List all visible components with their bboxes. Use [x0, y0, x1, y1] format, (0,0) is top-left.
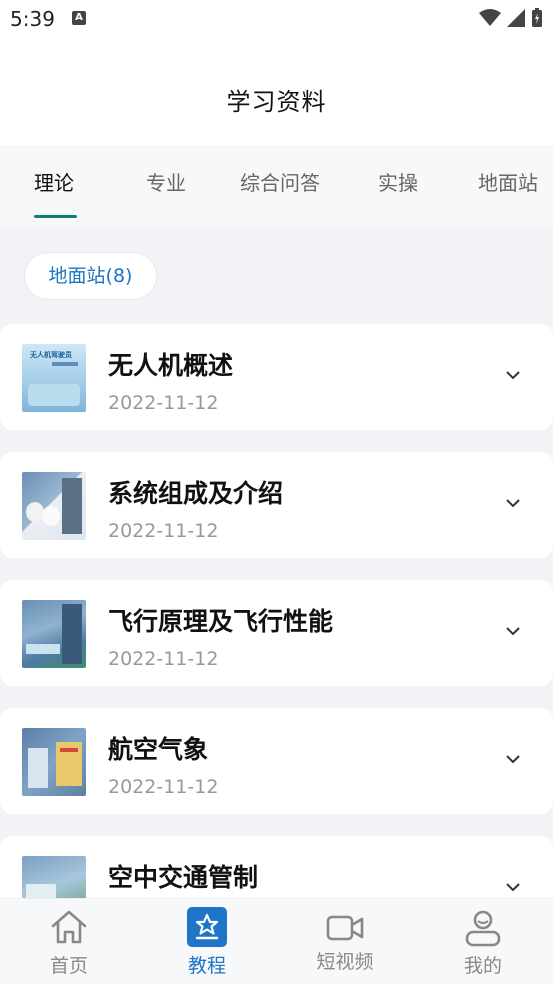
user-icon: [465, 910, 501, 947]
material-thumbnail: 无人机驾驶员: [22, 344, 86, 412]
tab-professional[interactable]: 专业: [146, 167, 186, 196]
signal-icon: [507, 9, 525, 27]
material-title: 无人机概述: [108, 351, 234, 380]
tab-theory[interactable]: 理论: [34, 167, 74, 196]
tab-comprehensive-qa[interactable]: 综合问答: [240, 167, 320, 196]
chevron-down-icon[interactable]: [503, 368, 523, 382]
tab-active-indicator: [34, 215, 77, 218]
material-title: 航空气象: [108, 735, 209, 764]
bottom-navigation: 首页 教程 短视频 我的: [0, 898, 553, 984]
material-card[interactable]: 飞行原理及飞行性能 2022-11-12: [0, 580, 553, 686]
nav-home[interactable]: 首页: [24, 899, 114, 984]
chevron-down-icon[interactable]: [503, 624, 523, 638]
filter-chip[interactable]: 地面站(8): [24, 252, 157, 300]
nav-mine[interactable]: 我的: [438, 899, 528, 984]
material-date: 2022-11-12: [108, 648, 219, 670]
status-bar: 5:39 A: [0, 0, 553, 40]
star-book-icon: [187, 907, 227, 947]
nav-tutorial[interactable]: 教程: [162, 899, 252, 984]
nav-mine-label: 我的: [463, 955, 502, 977]
material-thumbnail: [22, 728, 86, 796]
wifi-icon: [479, 9, 501, 26]
nav-short-video-label: 短视频: [316, 951, 374, 973]
material-date: 2022-11-12: [108, 520, 219, 542]
chevron-down-icon[interactable]: [503, 880, 523, 894]
video-camera-icon: [326, 915, 364, 941]
thumbnail-caption: 无人机驾驶员: [30, 351, 72, 359]
tab-practice[interactable]: 实操: [378, 167, 418, 196]
material-card[interactable]: 航空气象 2022-11-12: [0, 708, 553, 814]
material-thumbnail: [22, 600, 86, 668]
tab-ground-station[interactable]: 地面站: [478, 167, 538, 196]
chevron-down-icon[interactable]: [503, 752, 523, 766]
category-tabs: 理论 专业 综合问答 实操 地面站: [0, 145, 553, 227]
chevron-down-icon[interactable]: [503, 496, 523, 510]
status-time: 5:39: [10, 7, 55, 31]
material-title: 飞行原理及飞行性能: [108, 607, 334, 636]
nav-home-label: 首页: [49, 955, 88, 977]
page-title: 学习资料: [226, 88, 327, 116]
material-card[interactable]: 系统组成及介绍 2022-11-12: [0, 452, 553, 558]
home-icon: [51, 910, 87, 944]
material-date: 2022-11-12: [108, 776, 219, 798]
material-title: 系统组成及介绍: [108, 479, 284, 508]
material-date: 2022-11-12: [108, 392, 219, 414]
header: 学习资料: [0, 40, 553, 145]
material-title: 空中交通管制: [108, 863, 259, 892]
material-card[interactable]: 无人机驾驶员 无人机概述 2022-11-12: [0, 324, 553, 430]
material-thumbnail: [22, 472, 86, 540]
battery-icon: [532, 8, 542, 27]
nav-tutorial-label: 教程: [187, 955, 226, 977]
nav-short-video[interactable]: 短视频: [300, 899, 390, 984]
notification-icon: A: [72, 11, 86, 25]
system-icons: [479, 8, 543, 28]
